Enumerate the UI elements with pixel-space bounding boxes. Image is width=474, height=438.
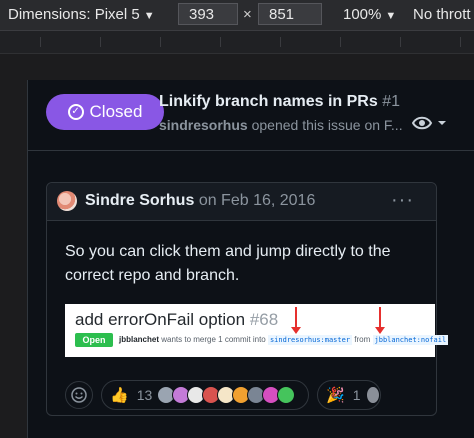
embed-user: jbblanchet	[119, 335, 160, 344]
avatar	[277, 386, 296, 404]
eye-icon	[411, 116, 446, 130]
issue-number: #1	[382, 93, 400, 110]
check-circle-icon: ✓	[67, 104, 84, 120]
zoom-dropdown[interactable]: 100% ▼	[343, 6, 396, 23]
embed-merge-text: wants to merge 1 commit into	[161, 335, 266, 344]
chevron-down-icon: ▼	[385, 10, 397, 22]
width-input[interactable]: 393	[178, 3, 238, 25]
issue-meta-text: opened this issue on F...	[251, 117, 403, 133]
avatar[interactable]	[57, 191, 77, 211]
subscribe-button[interactable]	[411, 113, 452, 133]
throttle-label: No thrott	[413, 6, 471, 23]
comment-body: So you can click them and jump directly …	[65, 243, 391, 284]
embed-from-text: from	[354, 335, 371, 344]
reaction-count: 13	[136, 387, 153, 403]
page-viewport: ✓ Closed Linkify branch names in PRs #1 …	[27, 80, 474, 438]
more-options-icon[interactable]: ···	[391, 189, 414, 212]
comment-header: Sindre Sorhus on Feb 16, 2016 ···	[47, 183, 436, 221]
embed-title-text: add errorOnFail option	[75, 310, 246, 329]
status-badge: ✓ Closed	[46, 94, 164, 130]
comment-author-line: Sindre Sorhus on Feb 16, 2016	[85, 192, 315, 210]
avatar	[366, 386, 380, 404]
thumbs-up-icon: 👍	[110, 387, 129, 404]
chevron-down-icon: ▼	[143, 10, 155, 22]
tada-reaction[interactable]: 🎉 1	[317, 380, 381, 410]
device-dimensions-dropdown[interactable]: Dimensions: Pixel 5 ▼	[8, 6, 155, 23]
embed-merge-line: jbblanchet wants to merge 1 commit into …	[119, 335, 449, 345]
status-label: Closed	[89, 102, 143, 121]
issue-title-text: Linkify branch names in PRs	[159, 93, 378, 110]
issue-author-link[interactable]: sindresorhus	[159, 117, 248, 133]
comment-date[interactable]: on Feb 16, 2016	[199, 192, 316, 209]
comment-card: Sindre Sorhus on Feb 16, 2016 ··· So you…	[46, 182, 449, 416]
throttle-dropdown[interactable]: No thrott	[413, 6, 471, 23]
embed-number: #68	[249, 310, 279, 329]
device-label: Dimensions: Pixel 5	[8, 6, 140, 23]
add-reaction-button[interactable]	[65, 381, 93, 409]
issue-title: Linkify branch names in PRs #1	[159, 93, 400, 111]
reaction-count: 1	[352, 387, 361, 403]
tada-icon: 🎉	[326, 387, 345, 404]
embed-open-label: Open	[82, 335, 106, 345]
zoom-label: 100%	[343, 6, 382, 23]
dimension-separator: ×	[243, 6, 252, 23]
embedded-screenshot: add errorOnFail option #68 Open jbblanch…	[65, 304, 449, 357]
smiley-icon	[71, 387, 87, 403]
issue-header: ✓ Closed Linkify branch names in PRs #1 …	[28, 80, 474, 151]
issue-meta: sindresorhus opened this issue on F...	[159, 117, 414, 133]
embed-open-badge: Open	[75, 333, 113, 347]
embed-base-branch: sindresorhus:master	[267, 335, 353, 345]
devtools-toolbar: Dimensions: Pixel 5 ▼ 393 × 851 100% ▼ No …	[0, 0, 474, 31]
height-input[interactable]: 851	[258, 3, 322, 25]
comment-author[interactable]: Sindre Sorhus	[85, 192, 194, 209]
embed-head-branch: jbblanchet:nofail	[372, 335, 449, 345]
thumbs-up-reaction[interactable]: 👍 13	[101, 380, 309, 410]
red-arrow-icon	[291, 307, 301, 334]
device-ruler	[0, 31, 474, 54]
red-arrow-icon	[375, 307, 385, 334]
embed-title: add errorOnFail option #68	[75, 310, 278, 330]
